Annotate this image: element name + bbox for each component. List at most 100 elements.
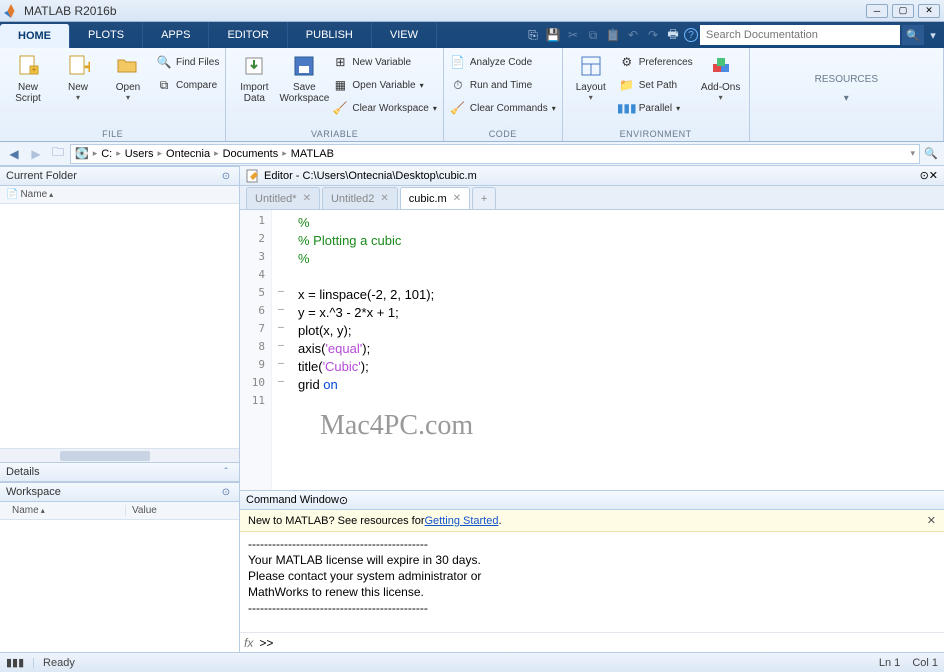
address-bar: ◀ ▶ 🗀 💽 ▸ C: ▸ Users ▸ Ontecnia ▸ Docume… xyxy=(0,142,944,166)
paste-icon[interactable]: 📋 xyxy=(604,26,622,44)
save-workspace-icon xyxy=(290,52,318,80)
matlab-logo-icon xyxy=(4,4,18,18)
new-variable-button[interactable]: ⊞New Variable xyxy=(332,52,437,72)
editor-tab-untitled[interactable]: Untitled*✕ xyxy=(246,187,320,209)
editor-tab-untitled2[interactable]: Untitled2✕ xyxy=(322,187,398,209)
clear-commands-button[interactable]: 🧹Clear Commands ▾ xyxy=(450,98,556,118)
workspace-name-column[interactable]: Name ▴ xyxy=(6,505,126,516)
crumb-matlab[interactable]: MATLAB xyxy=(291,148,334,160)
up-button[interactable]: 🗀 xyxy=(48,145,68,163)
workspace-value-column[interactable]: Value xyxy=(126,505,233,516)
search-documentation-input[interactable] xyxy=(700,25,900,45)
copy-icon[interactable]: ⧉ xyxy=(584,26,602,44)
compare-button[interactable]: ⧉Compare xyxy=(156,75,219,95)
cut-icon[interactable]: ✂ xyxy=(564,26,582,44)
chevron-down-icon: ▾ xyxy=(552,104,556,113)
code-area[interactable]: %% Plotting a cubic%x = linspace(-2, 2, … xyxy=(290,210,944,490)
maximize-button[interactable]: ▢ xyxy=(892,4,914,18)
getting-started-link[interactable]: Getting Started xyxy=(424,515,498,527)
svg-text:✚: ✚ xyxy=(84,59,90,75)
toolstrip-dropdown[interactable]: ▾ xyxy=(926,29,940,42)
new-script-button[interactable]: + New Script xyxy=(6,50,50,104)
workspace-header[interactable]: Workspace ⊙ xyxy=(0,482,239,502)
quick-access-icon[interactable]: ⎘ xyxy=(524,26,542,44)
clear-workspace-button[interactable]: 🧹Clear Workspace ▾ xyxy=(332,98,437,118)
details-header[interactable]: Details ˆ xyxy=(0,462,239,482)
save-workspace-button[interactable]: Save Workspace xyxy=(282,50,326,104)
tab-plots[interactable]: PLOTS xyxy=(70,22,143,48)
preferences-button[interactable]: ⚙Preferences xyxy=(619,52,693,72)
back-button[interactable]: ◀ xyxy=(4,145,24,163)
forward-button[interactable]: ▶ xyxy=(26,145,46,163)
redo-icon[interactable]: ↷ xyxy=(644,26,662,44)
addons-button[interactable]: Add-Ons ▾ xyxy=(699,50,743,102)
layout-icon xyxy=(577,52,605,80)
minimize-button[interactable]: ─ xyxy=(866,4,888,18)
open-variable-button[interactable]: ▦Open Variable ▾ xyxy=(332,75,437,95)
preferences-icon: ⚙ xyxy=(619,54,635,70)
breakpoint-column[interactable]: –––––– xyxy=(272,210,290,490)
panel-menu-icon[interactable]: ⊙ xyxy=(920,169,929,182)
save-icon[interactable]: 💾 xyxy=(544,26,562,44)
close-icon[interactable]: ✕ xyxy=(929,169,938,182)
crumb-drive[interactable]: C: xyxy=(101,148,112,160)
undo-icon[interactable]: ↶ xyxy=(624,26,642,44)
chevron-down-icon[interactable]: ▾ xyxy=(910,148,915,159)
command-input[interactable]: fx >> xyxy=(240,632,944,652)
import-data-button[interactable]: Import Data xyxy=(232,50,276,104)
workspace-body[interactable] xyxy=(0,520,239,652)
editor-header[interactable]: Editor - C:\Users\Ontecnia\Desktop\cubic… xyxy=(240,166,944,186)
layout-button[interactable]: Layout ▾ xyxy=(569,50,613,102)
tab-home[interactable]: HOME xyxy=(0,24,70,48)
close-icon[interactable]: ✕ xyxy=(380,193,388,204)
horizontal-scrollbar[interactable] xyxy=(0,448,239,462)
close-icon[interactable]: ✕ xyxy=(453,193,461,204)
crumb-documents[interactable]: Documents xyxy=(223,148,279,160)
breadcrumb[interactable]: 💽 ▸ C: ▸ Users ▸ Ontecnia ▸ Documents ▸ … xyxy=(70,144,920,164)
analyze-code-button[interactable]: 📄Analyze Code xyxy=(450,52,556,72)
close-banner-button[interactable]: ✕ xyxy=(927,514,936,527)
command-window-header[interactable]: Command Window ⊙ xyxy=(240,490,944,510)
expand-icon[interactable]: ˆ xyxy=(219,465,233,479)
compare-icon: ⧉ xyxy=(156,77,172,93)
fx-icon[interactable]: fx xyxy=(244,636,253,650)
tab-view[interactable]: VIEW xyxy=(372,22,437,48)
panel-menu-icon[interactable]: ⊙ xyxy=(219,169,233,183)
tab-publish[interactable]: PUBLISH xyxy=(288,22,372,48)
close-button[interactable]: ✕ xyxy=(918,4,940,18)
tab-apps[interactable]: APPS xyxy=(143,22,209,48)
editor-tabstrip: Untitled*✕ Untitled2✕ cubic.m✕ + xyxy=(240,186,944,210)
current-folder-body[interactable] xyxy=(0,204,239,448)
name-column-header[interactable]: 📄 Name ▴ xyxy=(6,189,53,200)
group-label-code: CODE xyxy=(450,127,556,141)
crumb-ontecnia[interactable]: Ontecnia xyxy=(166,148,210,160)
current-folder-header[interactable]: Current Folder ⊙ xyxy=(0,166,239,186)
print-icon[interactable]: 🖶 xyxy=(664,26,682,44)
analyze-code-icon: 📄 xyxy=(450,54,466,70)
code-editor[interactable]: 1234567891011 –––––– %% Plotting a cubic… xyxy=(240,210,944,490)
panel-menu-icon[interactable]: ⊙ xyxy=(219,485,233,499)
tab-editor[interactable]: EDITOR xyxy=(209,22,287,48)
crumb-users[interactable]: Users xyxy=(125,148,154,160)
editor-icon xyxy=(246,169,260,183)
parallel-button[interactable]: ▮▮▮Parallel ▾ xyxy=(619,98,693,118)
search-folder-button[interactable]: 🔍 xyxy=(922,145,940,163)
find-files-button[interactable]: 🔍Find Files xyxy=(156,52,219,72)
close-icon[interactable]: ✕ xyxy=(303,193,311,204)
editor-tab-cubic[interactable]: cubic.m✕ xyxy=(400,187,470,209)
search-button[interactable]: 🔍 xyxy=(902,25,924,45)
panel-menu-icon[interactable]: ⊙ xyxy=(339,494,348,507)
chevron-down-icon: ▾ xyxy=(719,93,723,102)
add-tab-button[interactable]: + xyxy=(472,187,496,209)
run-and-time-button[interactable]: ⏱Run and Time xyxy=(450,75,556,95)
help-icon[interactable]: ? xyxy=(684,28,698,42)
new-button[interactable]: ✚ New ▾ xyxy=(56,50,100,102)
open-button[interactable]: Open ▾ xyxy=(106,50,150,102)
group-label-environment: ENVIRONMENT xyxy=(569,127,743,141)
set-path-button[interactable]: 📁Set Path xyxy=(619,75,693,95)
cursor-line: Ln 1 xyxy=(879,657,900,669)
main-tabstrip: HOME PLOTS APPS EDITOR PUBLISH VIEW ⎘ 💾 … xyxy=(0,22,944,48)
find-files-icon: 🔍 xyxy=(156,54,172,70)
command-output[interactable]: ----------------------------------------… xyxy=(240,532,944,632)
chevron-down-icon[interactable]: ▾ xyxy=(815,93,878,104)
